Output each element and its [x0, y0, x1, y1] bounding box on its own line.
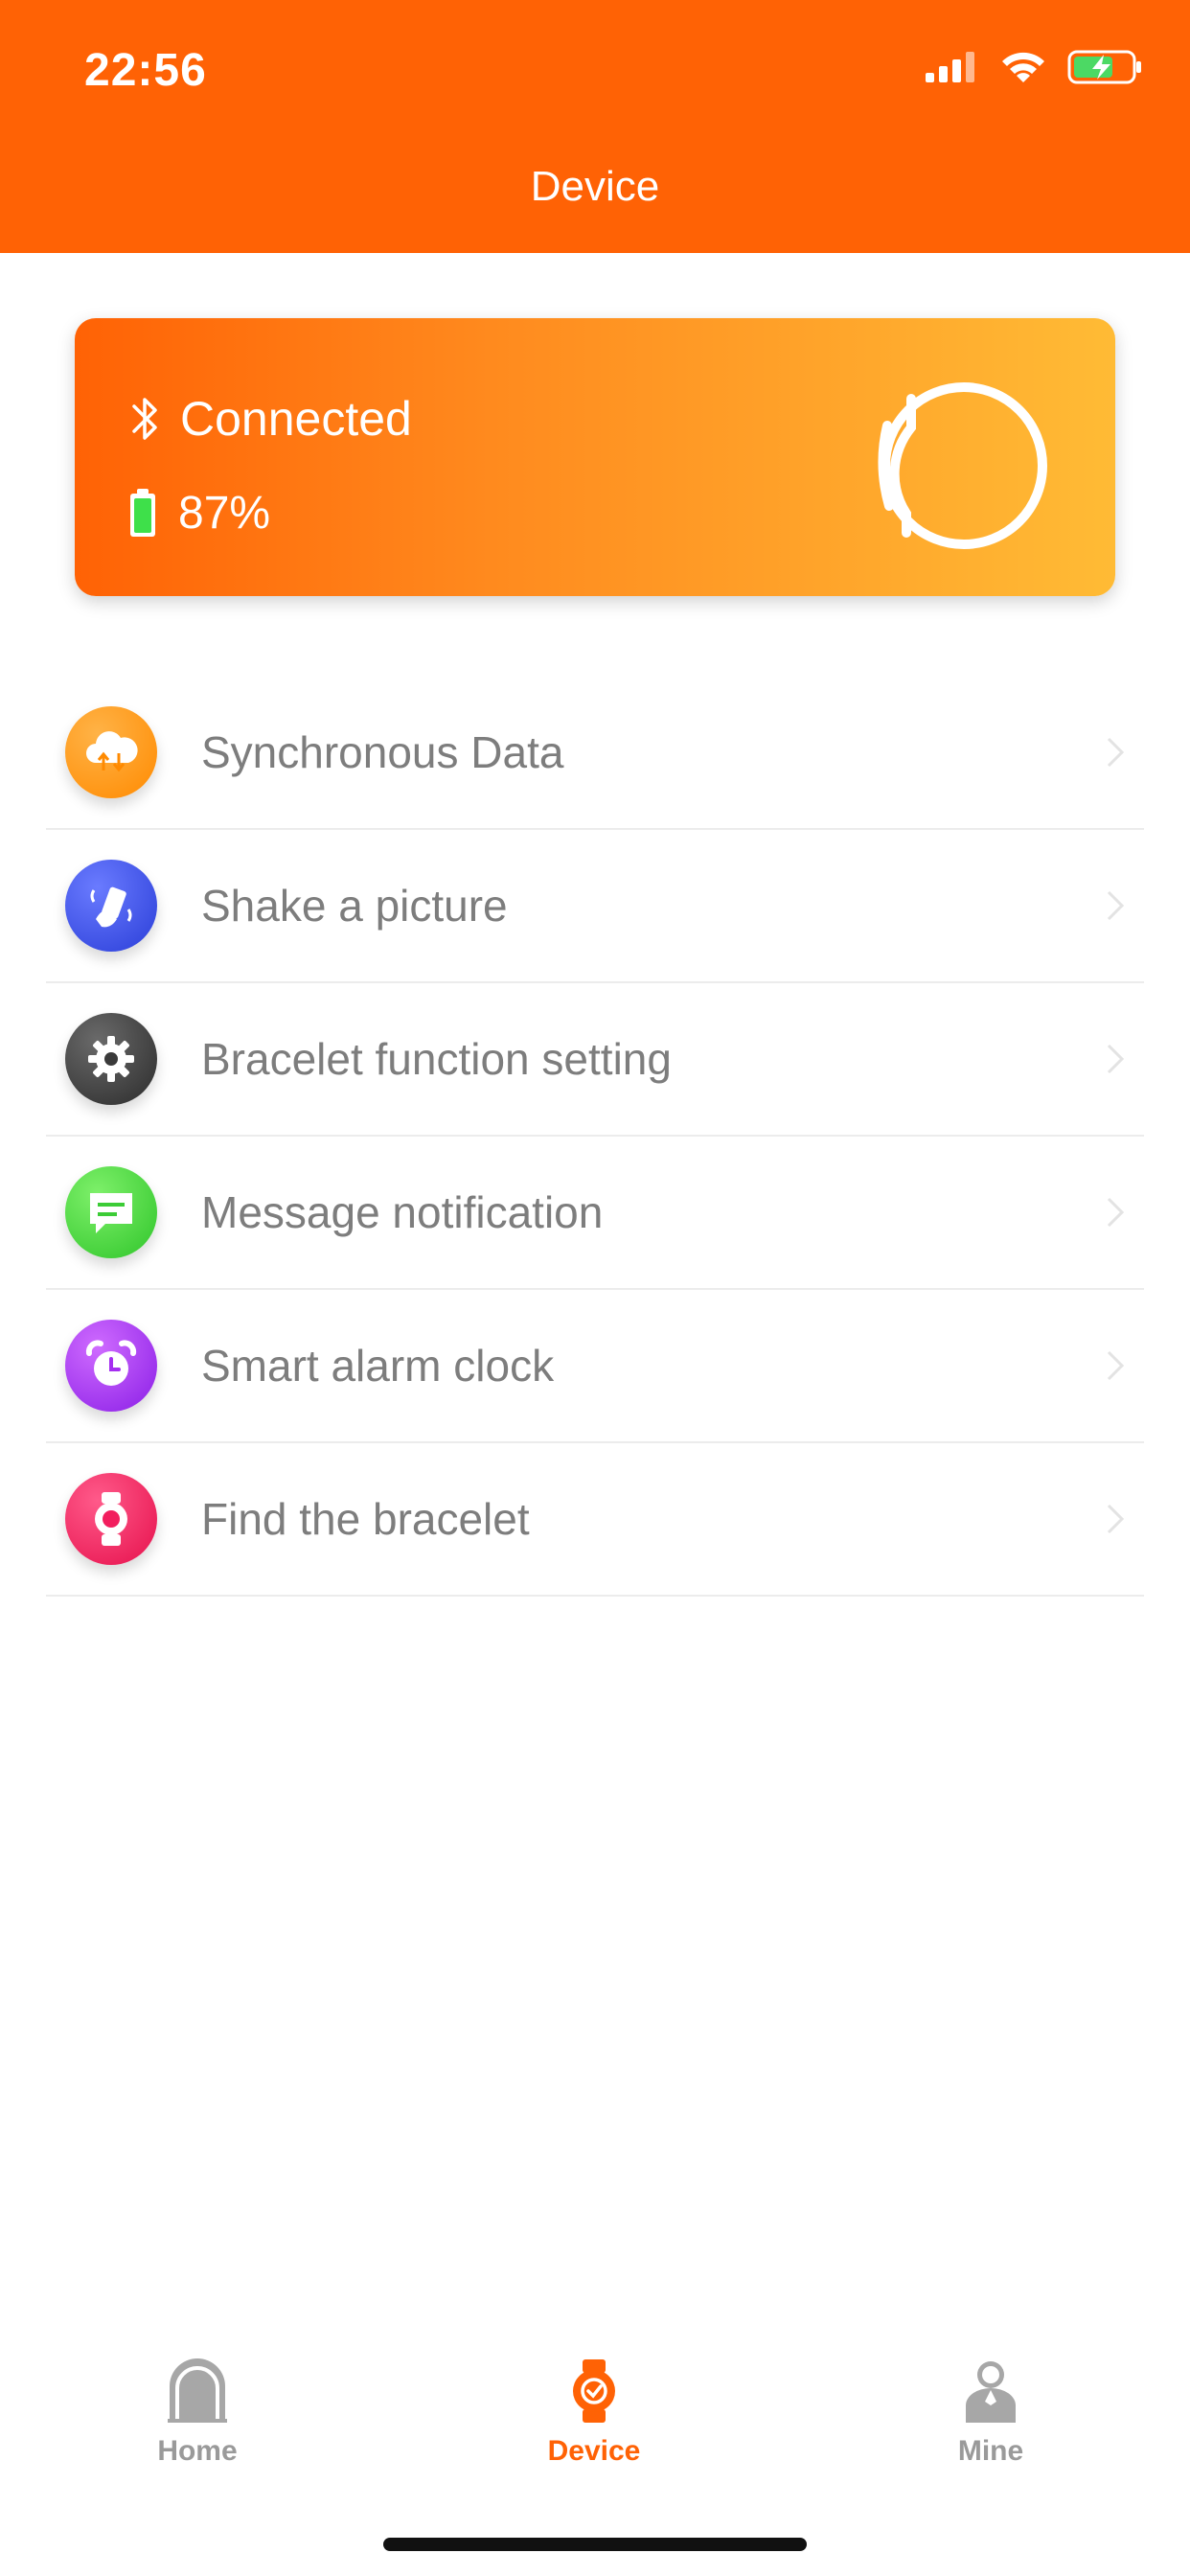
chevron-right-icon [1107, 1044, 1125, 1074]
menu-item-synchronous-data[interactable]: Synchronous Data [46, 677, 1144, 830]
tab-home[interactable]: Home [102, 2358, 293, 2468]
menu-item-message-notification[interactable]: Message notification [46, 1137, 1144, 1290]
tab-device[interactable]: Device [498, 2358, 690, 2468]
status-icons [926, 50, 1144, 84]
connection-status: Connected [180, 392, 412, 446]
tab-label: Home [157, 2435, 238, 2467]
menu-label: Find the bracelet [201, 1494, 530, 1544]
status-time: 22:56 [84, 45, 207, 96]
chevron-right-icon [1107, 1504, 1125, 1534]
battery-icon [130, 488, 155, 537]
signal-icon [926, 52, 974, 82]
menu-label: Smart alarm clock [201, 1341, 555, 1391]
alarm-clock-icon [65, 1320, 157, 1412]
menu-item-smart-alarm-clock[interactable]: Smart alarm clock [46, 1290, 1144, 1443]
wifi-icon [1002, 52, 1044, 82]
menu-label: Synchronous Data [201, 727, 564, 777]
cloud-sync-icon [65, 706, 157, 798]
watch-outline-icon [878, 382, 1047, 549]
chevron-right-icon [1107, 737, 1125, 768]
chevron-right-icon [1107, 1197, 1125, 1228]
message-icon [65, 1166, 157, 1258]
watch-icon [65, 1473, 157, 1565]
gear-icon [65, 1013, 157, 1105]
bluetooth-icon [132, 398, 157, 440]
battery-row: 87% [128, 487, 270, 540]
menu-label: Message notification [201, 1187, 604, 1237]
page-title: Device [530, 163, 660, 210]
person-icon [966, 2361, 1016, 2423]
menu-item-shake-a-picture[interactable]: Shake a picture [46, 830, 1144, 983]
tab-label: Mine [957, 2435, 1024, 2467]
tab-mine[interactable]: Mine [895, 2358, 1087, 2468]
device-menu: Synchronous Data Shake a picture Bracele… [46, 677, 1144, 1597]
tab-label: Device [547, 2435, 641, 2467]
chevron-right-icon [1107, 1350, 1125, 1381]
battery-charging-icon [1067, 50, 1141, 84]
menu-label: Shake a picture [201, 881, 508, 931]
watch-tab-icon [573, 2359, 615, 2423]
menu-label: Bracelet function setting [201, 1034, 672, 1084]
menu-item-find-the-bracelet[interactable]: Find the bracelet [46, 1443, 1144, 1597]
device-status-card[interactable]: Connected 87% [75, 318, 1115, 596]
home-indicator[interactable] [383, 2538, 807, 2551]
shake-phone-icon [65, 860, 157, 952]
menu-item-bracelet-function-setting[interactable]: Bracelet function setting [46, 983, 1144, 1137]
home-icon [168, 2358, 227, 2423]
chevron-right-icon [1107, 890, 1125, 921]
header-bar: 22:56 Device [0, 0, 1190, 253]
connection-row: Connected [128, 391, 412, 447]
battery-level: 87% [178, 488, 271, 539]
